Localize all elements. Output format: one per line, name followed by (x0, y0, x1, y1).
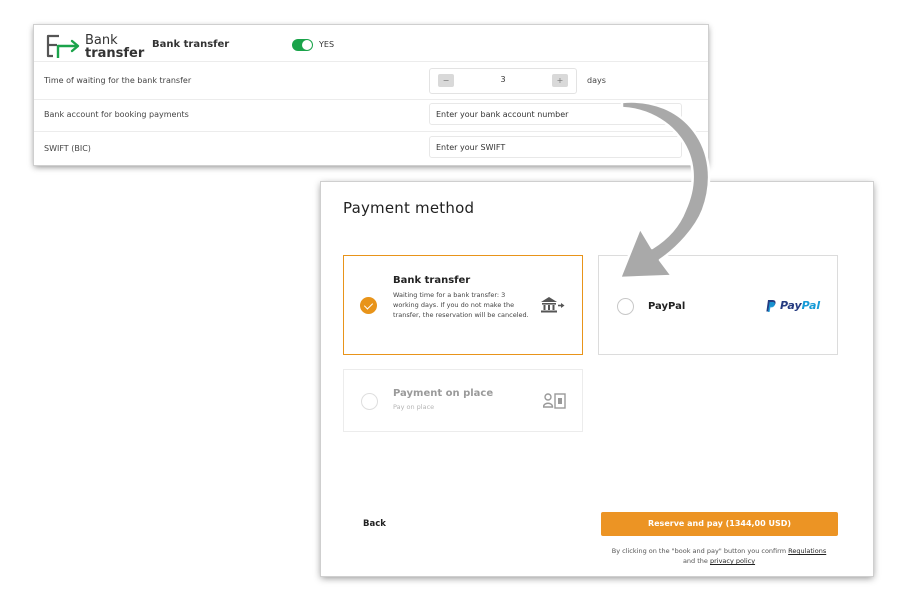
method-title: Bank transfer (152, 39, 230, 50)
on-place-radio[interactable] (361, 393, 378, 410)
days-unit-label: days (587, 76, 606, 85)
bank-icon (541, 297, 565, 313)
annotation-arrow (618, 100, 711, 280)
payment-option-bank-transfer[interactable]: Bank transfer Waiting time for a bank tr… (343, 255, 583, 355)
swift-label: SWIFT (BIC) (44, 144, 91, 153)
bank-transfer-logo: Bank transfer (45, 32, 144, 62)
back-button[interactable]: Back (363, 519, 386, 529)
enable-toggle[interactable] (292, 39, 313, 51)
increment-button[interactable]: + (552, 74, 568, 87)
paypal-title: PayPal (648, 301, 686, 312)
toggle-knob (302, 40, 312, 50)
confirmation-note: By clicking on the "book and pay" button… (593, 546, 845, 566)
privacy-policy-link[interactable]: privacy policy (710, 557, 755, 565)
bank-transfer-title: Bank transfer (393, 275, 471, 286)
logo-line2: transfer (85, 46, 145, 61)
cash-icon (543, 393, 566, 409)
bank-account-label: Bank account for booking payments (44, 110, 189, 119)
on-place-title: Payment on place (393, 388, 494, 399)
payment-option-on-place[interactable]: Payment on place Pay on place (343, 369, 583, 432)
note-middle: and the (682, 557, 708, 565)
reserve-and-pay-button[interactable]: Reserve and pay (1344,00 USD) (601, 512, 838, 536)
paypal-logo-pal: Pal (801, 299, 821, 312)
note-prefix: By clicking on the "book and pay" button… (611, 547, 787, 555)
payment-method-panel: Payment method Bank transfer Waiting tim… (321, 182, 873, 576)
bank-transfer-logo-icon (46, 34, 80, 58)
paypal-logo-pay: Pay (780, 299, 802, 312)
paypal-logo: Pay Pal (766, 299, 820, 312)
divider (34, 61, 708, 62)
wait-time-stepper: − 3 + (429, 68, 577, 94)
on-place-description: Pay on place (393, 403, 435, 411)
regulations-link[interactable]: Regulations (788, 547, 826, 555)
wait-time-label: Time of waiting for the bank transfer (44, 76, 192, 85)
payment-title: Payment method (343, 199, 475, 217)
paypal-p-icon (766, 299, 776, 312)
toggle-label: YES (319, 40, 335, 49)
bank-transfer-radio[interactable] (360, 297, 377, 314)
bank-transfer-description: Waiting time for a bank transfer: 3 work… (393, 291, 529, 319)
paypal-radio[interactable] (617, 298, 634, 315)
